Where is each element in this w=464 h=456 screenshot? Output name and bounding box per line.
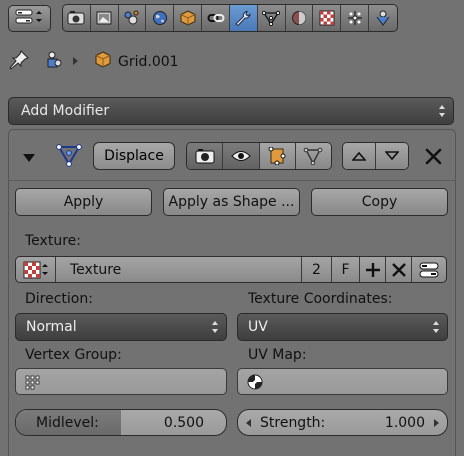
add-modifier-dropdown[interactable]: Add Modifier bbox=[8, 97, 454, 125]
texture-coordinates-label: Texture Coordinates: bbox=[248, 291, 393, 307]
texture-name-field[interactable]: Texture bbox=[56, 257, 302, 282]
tab-object-data[interactable] bbox=[258, 5, 286, 31]
physics-icon bbox=[376, 10, 390, 26]
breadcrumb-arrow-icon bbox=[72, 54, 80, 70]
world-icon bbox=[152, 11, 167, 25]
new-texture-button[interactable] bbox=[360, 257, 386, 282]
object-data-icon bbox=[262, 10, 281, 26]
decrement-arrow-icon[interactable] bbox=[245, 418, 252, 428]
object-data-link-icon bbox=[44, 50, 64, 74]
strength-label: Strength: bbox=[260, 414, 326, 431]
direction-value: Normal bbox=[26, 319, 77, 335]
fake-user-button[interactable]: F bbox=[332, 257, 360, 282]
show-render-toggle[interactable] bbox=[187, 143, 224, 169]
texture-icon bbox=[319, 10, 335, 26]
move-up-button[interactable] bbox=[343, 143, 376, 169]
texture-users-count[interactable]: 2 bbox=[302, 257, 332, 282]
modifier-name-field[interactable]: Displace bbox=[93, 142, 175, 170]
eye-icon bbox=[231, 151, 251, 161]
strength-value: 1.000 bbox=[384, 414, 425, 431]
tab-modifiers[interactable] bbox=[229, 5, 258, 31]
midlevel-slider[interactable]: Midlevel: 0.500 bbox=[15, 409, 227, 436]
add-modifier-label: Add Modifier bbox=[21, 103, 110, 119]
tab-world[interactable] bbox=[146, 5, 175, 31]
show-editmode-toggle[interactable] bbox=[259, 143, 296, 169]
object-icon bbox=[94, 51, 112, 73]
breadcrumb: Grid.001 bbox=[8, 48, 179, 76]
chevron-down-icon bbox=[385, 151, 399, 161]
cage-vertex-icon bbox=[304, 147, 323, 165]
tab-render-layers[interactable] bbox=[91, 5, 119, 31]
uv-map-icon bbox=[247, 374, 263, 389]
texture-icon bbox=[23, 261, 48, 278]
properties-editor-icon bbox=[15, 8, 43, 30]
context-tabs bbox=[62, 4, 398, 32]
tab-texture[interactable] bbox=[313, 5, 342, 31]
tab-particles[interactable] bbox=[341, 5, 370, 31]
collapse-arrow-icon[interactable] bbox=[22, 151, 36, 167]
object-icon bbox=[180, 10, 196, 26]
x-icon bbox=[391, 262, 406, 277]
tab-object[interactable] bbox=[174, 5, 203, 31]
move-modifier-buttons bbox=[342, 142, 409, 170]
visibility-toggles bbox=[186, 142, 332, 170]
tab-constraints[interactable] bbox=[202, 5, 230, 31]
texture-label: Texture: bbox=[25, 233, 81, 249]
material-icon bbox=[292, 11, 307, 25]
apply-button[interactable]: Apply bbox=[15, 188, 152, 216]
divider bbox=[8, 180, 456, 181]
vertex-group-field[interactable] bbox=[15, 368, 227, 395]
plus-icon bbox=[365, 262, 380, 277]
editor-type-button[interactable] bbox=[8, 5, 51, 32]
object-name: Grid.001 bbox=[118, 54, 179, 70]
updown-arrows-icon bbox=[439, 105, 445, 117]
tab-material[interactable] bbox=[286, 5, 314, 31]
apply-as-shape-button[interactable]: Apply as Shape ... bbox=[163, 188, 300, 216]
scene-icon bbox=[124, 10, 139, 25]
updown-arrows-icon bbox=[433, 321, 439, 333]
render-icon bbox=[67, 11, 85, 25]
properties-toggle-icon bbox=[419, 262, 439, 277]
tab-render[interactable] bbox=[63, 5, 91, 31]
texture-coordinates-value: UV bbox=[248, 319, 268, 335]
increment-arrow-icon[interactable] bbox=[433, 418, 440, 428]
pin-icon[interactable] bbox=[8, 50, 30, 74]
editmode-icon bbox=[268, 147, 286, 165]
midlevel-value: 0.500 bbox=[163, 414, 204, 431]
displace-modifier-icon bbox=[56, 143, 82, 171]
move-down-button[interactable] bbox=[376, 143, 408, 169]
texture-properties-button[interactable] bbox=[412, 257, 446, 282]
tab-physics[interactable] bbox=[369, 5, 397, 31]
texture-selector: Texture 2 F bbox=[15, 256, 447, 283]
texture-coordinates-dropdown[interactable]: UV bbox=[237, 313, 448, 341]
vertex-group-icon bbox=[25, 375, 40, 389]
uv-map-label: UV Map: bbox=[248, 347, 307, 363]
unlink-texture-button[interactable] bbox=[386, 257, 412, 282]
strength-field[interactable]: Strength: 1.000 bbox=[237, 409, 448, 436]
show-viewport-toggle[interactable] bbox=[223, 143, 260, 169]
constraints-icon bbox=[207, 14, 225, 22]
direction-dropdown[interactable]: Normal bbox=[15, 313, 227, 341]
particles-icon bbox=[347, 11, 362, 25]
uv-map-field[interactable] bbox=[237, 368, 448, 395]
camera-icon bbox=[195, 149, 215, 164]
modifiers-wrench-icon bbox=[235, 10, 251, 26]
show-cage-toggle[interactable] bbox=[295, 143, 331, 169]
vertex-group-label: Vertex Group: bbox=[25, 347, 122, 363]
updown-arrows-icon bbox=[212, 321, 218, 333]
direction-label: Direction: bbox=[25, 291, 93, 307]
midlevel-label: Midlevel: bbox=[36, 414, 99, 431]
copy-button[interactable]: Copy bbox=[311, 188, 448, 216]
close-icon[interactable] bbox=[425, 148, 442, 169]
tab-scene[interactable] bbox=[119, 5, 147, 31]
render-layers-icon bbox=[96, 11, 112, 25]
chevron-up-icon bbox=[352, 151, 366, 161]
texture-browse-button[interactable] bbox=[16, 257, 56, 282]
